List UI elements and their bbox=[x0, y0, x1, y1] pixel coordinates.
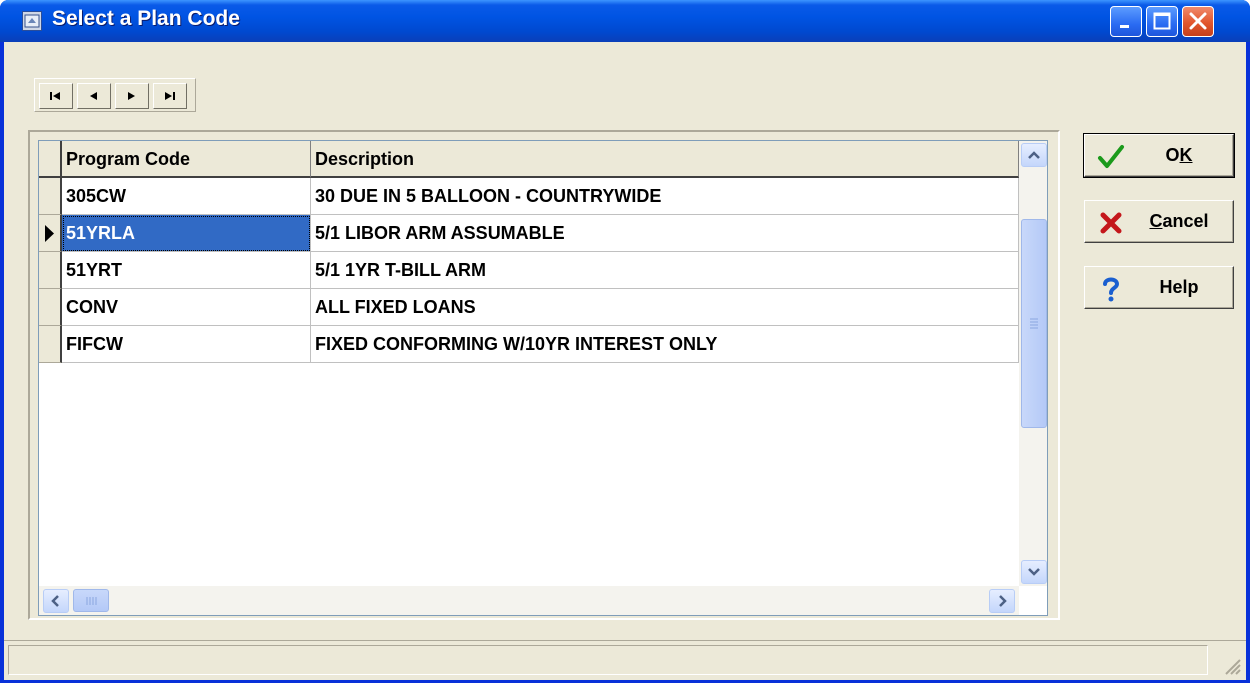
program-code-cell[interactable]: FIFCW bbox=[62, 326, 311, 363]
record-navigator bbox=[34, 78, 196, 112]
program-code-cell[interactable]: 51YRLA bbox=[62, 215, 311, 252]
app-window-icon[interactable] bbox=[22, 11, 42, 31]
next-record-icon bbox=[128, 92, 135, 100]
status-panel bbox=[8, 645, 1208, 675]
checkmark-icon bbox=[1098, 145, 1124, 168]
row-indicator[interactable] bbox=[39, 178, 62, 215]
cancel-button-label: Cancel bbox=[1149, 211, 1209, 231]
table-row[interactable]: CONV ALL FIXED LOANS bbox=[39, 289, 1019, 326]
chevron-left-icon bbox=[51, 595, 59, 607]
scroll-right-button[interactable] bbox=[989, 589, 1015, 613]
scroll-left-button[interactable] bbox=[43, 589, 69, 613]
prior-record-button[interactable] bbox=[77, 83, 111, 109]
last-record-icon bbox=[165, 92, 175, 100]
horizontal-scroll-thumb[interactable] bbox=[73, 589, 109, 612]
cancel-button[interactable]: Cancel bbox=[1084, 200, 1234, 243]
description-cell[interactable]: FIXED CONFORMING W/10YR INTEREST ONLY bbox=[311, 326, 1019, 363]
vertical-scrollbar[interactable] bbox=[1019, 141, 1047, 586]
program-code-cell[interactable]: CONV bbox=[62, 289, 311, 326]
row-indicator[interactable] bbox=[39, 289, 62, 326]
row-indicator[interactable] bbox=[39, 252, 62, 289]
last-record-button[interactable] bbox=[153, 83, 187, 109]
table-row[interactable]: 51YRT 5/1 1YR T-BILL ARM bbox=[39, 252, 1019, 289]
description-cell[interactable]: 5/1 LIBOR ARM ASSUMABLE bbox=[311, 215, 1019, 252]
first-record-button[interactable] bbox=[39, 83, 73, 109]
program-code-cell[interactable]: 51YRT bbox=[62, 252, 311, 289]
dialog-client-area: Program Code Description 305CW 30 DUE IN… bbox=[4, 42, 1246, 680]
red-x-icon bbox=[1100, 212, 1122, 234]
header-indicator-cell bbox=[39, 141, 62, 178]
table-row[interactable]: FIFCW FIXED CONFORMING W/10YR INTEREST O… bbox=[39, 326, 1019, 363]
first-record-icon bbox=[50, 92, 60, 100]
chevron-down-icon bbox=[1028, 568, 1040, 576]
resize-grip-icon[interactable] bbox=[1220, 654, 1242, 676]
question-mark-icon bbox=[1103, 277, 1120, 302]
ok-button[interactable]: OK bbox=[1083, 133, 1235, 178]
row-indicator[interactable] bbox=[39, 215, 62, 252]
plan-code-grid[interactable]: Program Code Description 305CW 30 DUE IN… bbox=[38, 140, 1048, 616]
minimize-button[interactable] bbox=[1110, 6, 1142, 37]
description-cell[interactable]: 30 DUE IN 5 BALLOON - COUNTRYWIDE bbox=[311, 178, 1019, 215]
program-code-cell[interactable]: 305CW bbox=[62, 178, 311, 215]
table-row-selected[interactable]: 51YRLA 5/1 LIBOR ARM ASSUMABLE bbox=[39, 215, 1019, 252]
horizontal-scrollbar[interactable] bbox=[39, 586, 1019, 615]
table-row[interactable]: 305CW 30 DUE IN 5 BALLOON - COUNTRYWIDE bbox=[39, 178, 1019, 215]
description-cell[interactable]: ALL FIXED LOANS bbox=[311, 289, 1019, 326]
current-row-arrow-icon bbox=[45, 225, 54, 242]
row-indicator[interactable] bbox=[39, 326, 62, 363]
help-button-label: Help bbox=[1159, 277, 1199, 297]
next-record-button[interactable] bbox=[115, 83, 149, 109]
prior-record-icon bbox=[90, 92, 97, 100]
chevron-up-icon bbox=[1028, 151, 1040, 159]
title-bar[interactable]: Select a Plan Code bbox=[0, 0, 1250, 42]
column-header-program-code[interactable]: Program Code bbox=[62, 141, 311, 178]
window-title: Select a Plan Code bbox=[52, 7, 240, 30]
grid-frame: Program Code Description 305CW 30 DUE IN… bbox=[28, 130, 1060, 620]
dialog-window: Select a Plan Code Program Code Descript… bbox=[0, 0, 1250, 683]
scroll-down-button[interactable] bbox=[1021, 560, 1047, 584]
grip-lines-icon bbox=[86, 597, 97, 605]
status-bar bbox=[4, 640, 1246, 680]
scroll-up-button[interactable] bbox=[1021, 143, 1047, 167]
ok-button-label: OK bbox=[1165, 145, 1193, 165]
help-button[interactable]: Help bbox=[1084, 266, 1234, 309]
description-cell[interactable]: 5/1 1YR T-BILL ARM bbox=[311, 252, 1019, 289]
maximize-button[interactable] bbox=[1146, 6, 1178, 37]
close-button[interactable] bbox=[1182, 6, 1214, 37]
column-header-description[interactable]: Description bbox=[311, 141, 1019, 178]
chevron-right-icon bbox=[999, 595, 1007, 607]
grid-header-row: Program Code Description bbox=[39, 141, 1019, 178]
vertical-scroll-thumb[interactable] bbox=[1021, 219, 1047, 428]
grip-lines-icon bbox=[1030, 318, 1038, 329]
